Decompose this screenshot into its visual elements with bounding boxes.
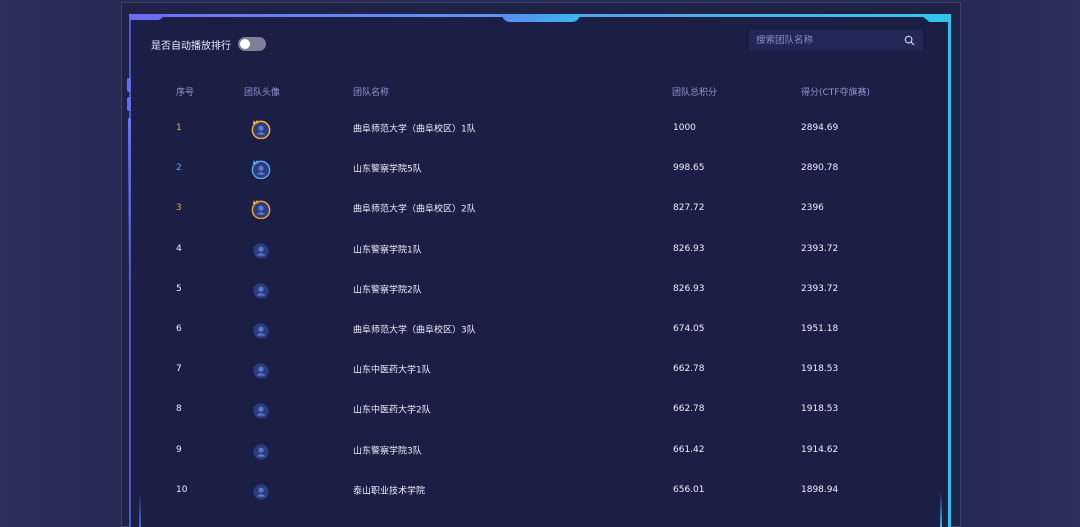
- search-input[interactable]: [756, 35, 904, 46]
- autoplay-control: 是否自动播放排行: [151, 36, 266, 52]
- team-name-cell: 泰山职业技术学院: [353, 486, 426, 497]
- toggle-knob[interactable]: [240, 39, 250, 49]
- header-team-name: 团队名称: [353, 88, 390, 98]
- rank-cell: 3: [176, 203, 182, 214]
- team-avatar-icon: [249, 439, 271, 461]
- ctf-score-cell: 2890.78: [801, 163, 839, 174]
- team-avatar-icon: [249, 238, 271, 260]
- team-name-cell: 曲阜师范大学（曲阜校区）2队: [353, 204, 476, 215]
- total-score-cell: 674.05: [673, 324, 705, 334]
- rank-cell: 9: [176, 444, 182, 455]
- rank-cell: 10: [176, 484, 188, 495]
- autoplay-toggle[interactable]: [238, 37, 266, 51]
- rank-cell: 2: [176, 163, 182, 174]
- table-row: 9 山东警察学院3队 661.42 1914.62: [140, 430, 930, 470]
- team-avatar-icon: [249, 479, 271, 501]
- team-name-cell: 山东警察学院2队: [353, 285, 422, 296]
- team-avatar-icon: [249, 398, 271, 420]
- header-total-score: 团队总积分: [672, 88, 718, 98]
- team-avatar-icon: [249, 358, 271, 380]
- rank-cell: 4: [176, 243, 182, 254]
- total-score-cell: 656.01: [673, 484, 705, 495]
- rank-cell: 1: [176, 123, 182, 133]
- ctf-score-cell: 2894.69: [801, 123, 839, 133]
- rank-cell: 6: [176, 324, 182, 334]
- team-name-cell: 曲阜师范大学（曲阜校区）1队: [353, 124, 476, 135]
- panel-top-notch: [502, 14, 580, 22]
- rank-cell: 7: [176, 364, 182, 375]
- team-avatar-icon: [249, 318, 271, 340]
- table-row: 5 山东警察学院2队 826.93 2393.72: [140, 269, 930, 309]
- total-score-cell: 1000: [673, 123, 696, 133]
- background-right: [960, 0, 1080, 527]
- ctf-score-cell: 2393.72: [801, 243, 839, 254]
- team-avatar-icon: [249, 197, 271, 220]
- search-box: [749, 30, 923, 51]
- search-icon[interactable]: [904, 35, 915, 46]
- table-row: 8 山东中医药大学2队 662.78 1918.53: [140, 389, 930, 429]
- team-avatar-icon: [249, 117, 271, 139]
- team-name-cell: 山东警察学院5队: [353, 164, 422, 175]
- table-row: 10 泰山职业技术学院 656.01 1898.94: [140, 470, 930, 510]
- team-name-cell: 山东中医药大学1队: [353, 365, 431, 376]
- total-score-cell: 662.78: [673, 404, 705, 415]
- team-name-cell: 山东中医药大学2队: [353, 405, 431, 416]
- panel-glow-right: [940, 492, 942, 527]
- team-name-cell: 曲阜师范大学（曲阜校区）3队: [353, 325, 476, 336]
- ctf-score-cell: 1918.53: [801, 404, 839, 415]
- ctf-score-cell: 1951.18: [801, 324, 839, 334]
- ctf-score-cell: 2396: [801, 203, 824, 214]
- autoplay-label: 是否自动播放排行: [151, 40, 231, 52]
- total-score-cell: 827.72: [673, 203, 705, 214]
- panel-side-accent: [128, 118, 131, 288]
- total-score-cell: 662.78: [673, 364, 705, 375]
- table-row: 3 曲阜师范大学（曲阜校区）2队 827.72 2396: [140, 188, 930, 228]
- ctf-score-cell: 1898.94: [801, 484, 839, 495]
- table-row: 4 山东警察学院1队 826.93 2393.72: [140, 229, 930, 269]
- table-row: 2 山东警察学院5队 998.65 2890.78: [140, 148, 930, 188]
- rank-cell: 5: [176, 283, 182, 294]
- table-row: 7 山东中医药大学1队 662.78 1918.53: [140, 349, 930, 389]
- header-rank: 序号: [176, 88, 195, 98]
- team-avatar-icon: [249, 157, 271, 180]
- team-name-cell: 山东警察学院3队: [353, 446, 422, 457]
- total-score-cell: 826.93: [673, 243, 705, 254]
- total-score-cell: 998.65: [673, 163, 705, 174]
- header-avatar: 团队头像: [244, 88, 281, 98]
- total-score-cell: 661.42: [673, 444, 705, 455]
- ctf-score-cell: 1914.62: [801, 444, 839, 455]
- team-avatar-icon: [249, 278, 271, 300]
- background-left: [0, 0, 120, 527]
- panel-side-marks: [127, 78, 133, 116]
- table-row: 1 曲阜师范大学（曲阜校区）1队 1000 2894.69: [140, 108, 930, 148]
- rank-cell: 8: [176, 404, 182, 415]
- table-row: 6 曲阜师范大学（曲阜校区）3队 674.05 1951.18: [140, 309, 930, 349]
- ctf-score-cell: 1918.53: [801, 364, 839, 375]
- header-ctf-score: 得分(CTF夺旗赛): [801, 88, 870, 98]
- team-name-cell: 山东警察学院1队: [353, 245, 422, 256]
- total-score-cell: 826.93: [673, 283, 705, 294]
- ctf-score-cell: 2393.72: [801, 283, 839, 294]
